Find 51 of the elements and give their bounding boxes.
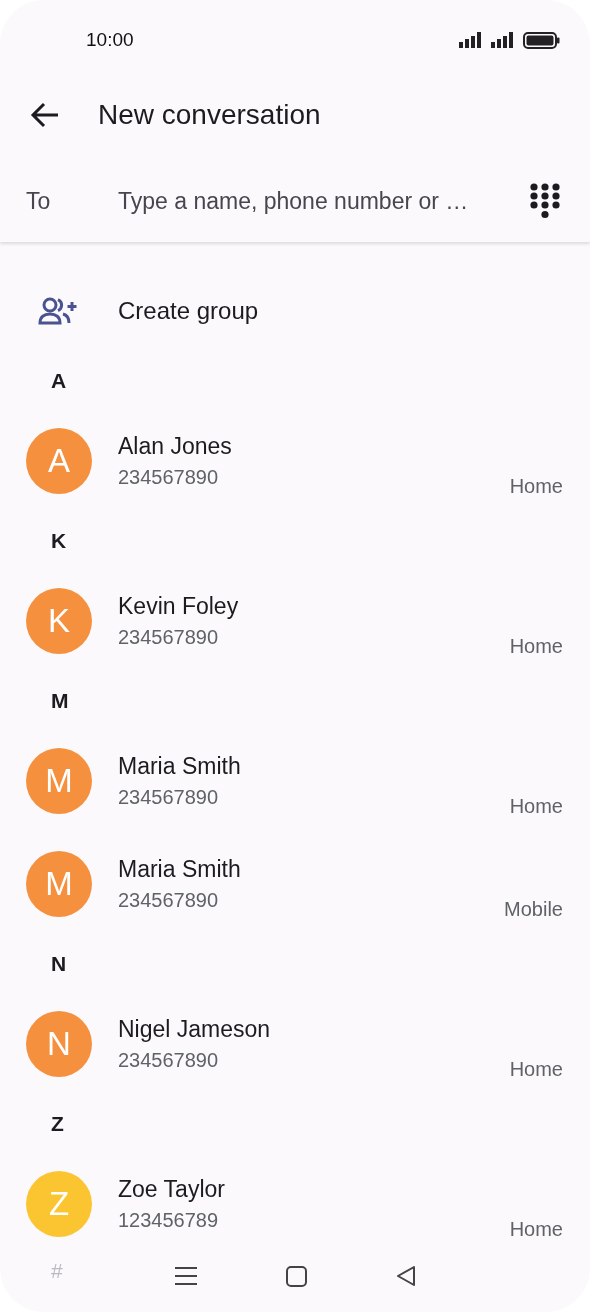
- phone-number: 234567890: [118, 888, 220, 912]
- contact-name: Alan Jones: [118, 432, 233, 460]
- screen-title: New conversation: [98, 99, 321, 131]
- menu-icon[interactable]: [174, 1266, 197, 1286]
- phone-number: 234567890: [118, 465, 220, 489]
- phone-number: 234567890: [118, 1048, 220, 1072]
- avatar: A: [26, 427, 92, 494]
- contact-item[interactable]: Z Zoe Taylor 123456789 Home: [0, 1152, 590, 1255]
- avatar: M: [26, 850, 92, 917]
- create-group-item[interactable]: Create group: [0, 270, 590, 352]
- number-type: Home: [509, 1058, 563, 1081]
- contact-item[interactable]: A Alan Jones 234567890 Home: [0, 409, 590, 512]
- avatar: M: [26, 747, 92, 814]
- phone-number: 123456789: [118, 1208, 220, 1232]
- to-label: To: [26, 187, 52, 215]
- contact-name: Kevin Foley: [118, 592, 240, 620]
- home-square-icon[interactable]: [285, 1265, 307, 1287]
- number-type: Home: [509, 635, 563, 658]
- section-letter: Z: [50, 1110, 65, 1137]
- signal-icon: [459, 32, 483, 48]
- back-triangle-icon[interactable]: [395, 1265, 416, 1287]
- section-letter: K: [50, 527, 68, 554]
- avatar: K: [26, 587, 92, 654]
- number-type: Home: [509, 475, 563, 498]
- section-letter: N: [50, 950, 68, 977]
- number-type: Home: [509, 1218, 563, 1241]
- contact-item[interactable]: M Maria Smith 234567890 Home: [0, 729, 590, 832]
- signal-icon: [491, 32, 515, 48]
- recipient-input-field[interactable]: Type a name, phone number or …: [118, 187, 530, 215]
- avatar: Z: [26, 1170, 92, 1237]
- contact-item[interactable]: N Nigel Jameson 234567890 Home: [0, 992, 590, 1095]
- contact-item[interactable]: M Maria Smith 234567890 Mobile: [0, 832, 590, 935]
- back-arrow-icon[interactable]: [30, 102, 60, 128]
- battery-icon: [523, 31, 560, 49]
- create-group-label: Create group: [118, 297, 259, 325]
- phone-number: 234567890: [118, 625, 220, 649]
- section-letter: A: [50, 367, 68, 394]
- dialpad-icon[interactable]: [530, 183, 560, 219]
- status-time: 10:00: [86, 29, 134, 51]
- contact-item[interactable]: K Kevin Foley 234567890 Home: [0, 569, 590, 672]
- contact-name: Maria Smith: [118, 752, 242, 780]
- section-letter: M: [50, 687, 70, 714]
- phone-number: 234567890: [118, 785, 220, 809]
- contact-name: Nigel Jameson: [118, 1015, 272, 1043]
- section-letter: #: [51, 1258, 63, 1283]
- contact-name: Maria Smith: [118, 855, 242, 883]
- avatar: N: [26, 1010, 92, 1077]
- number-type: Home: [509, 795, 563, 818]
- contact-name: Zoe Taylor: [118, 1175, 226, 1203]
- number-type: Mobile: [504, 898, 563, 921]
- add-people-icon: [38, 297, 78, 325]
